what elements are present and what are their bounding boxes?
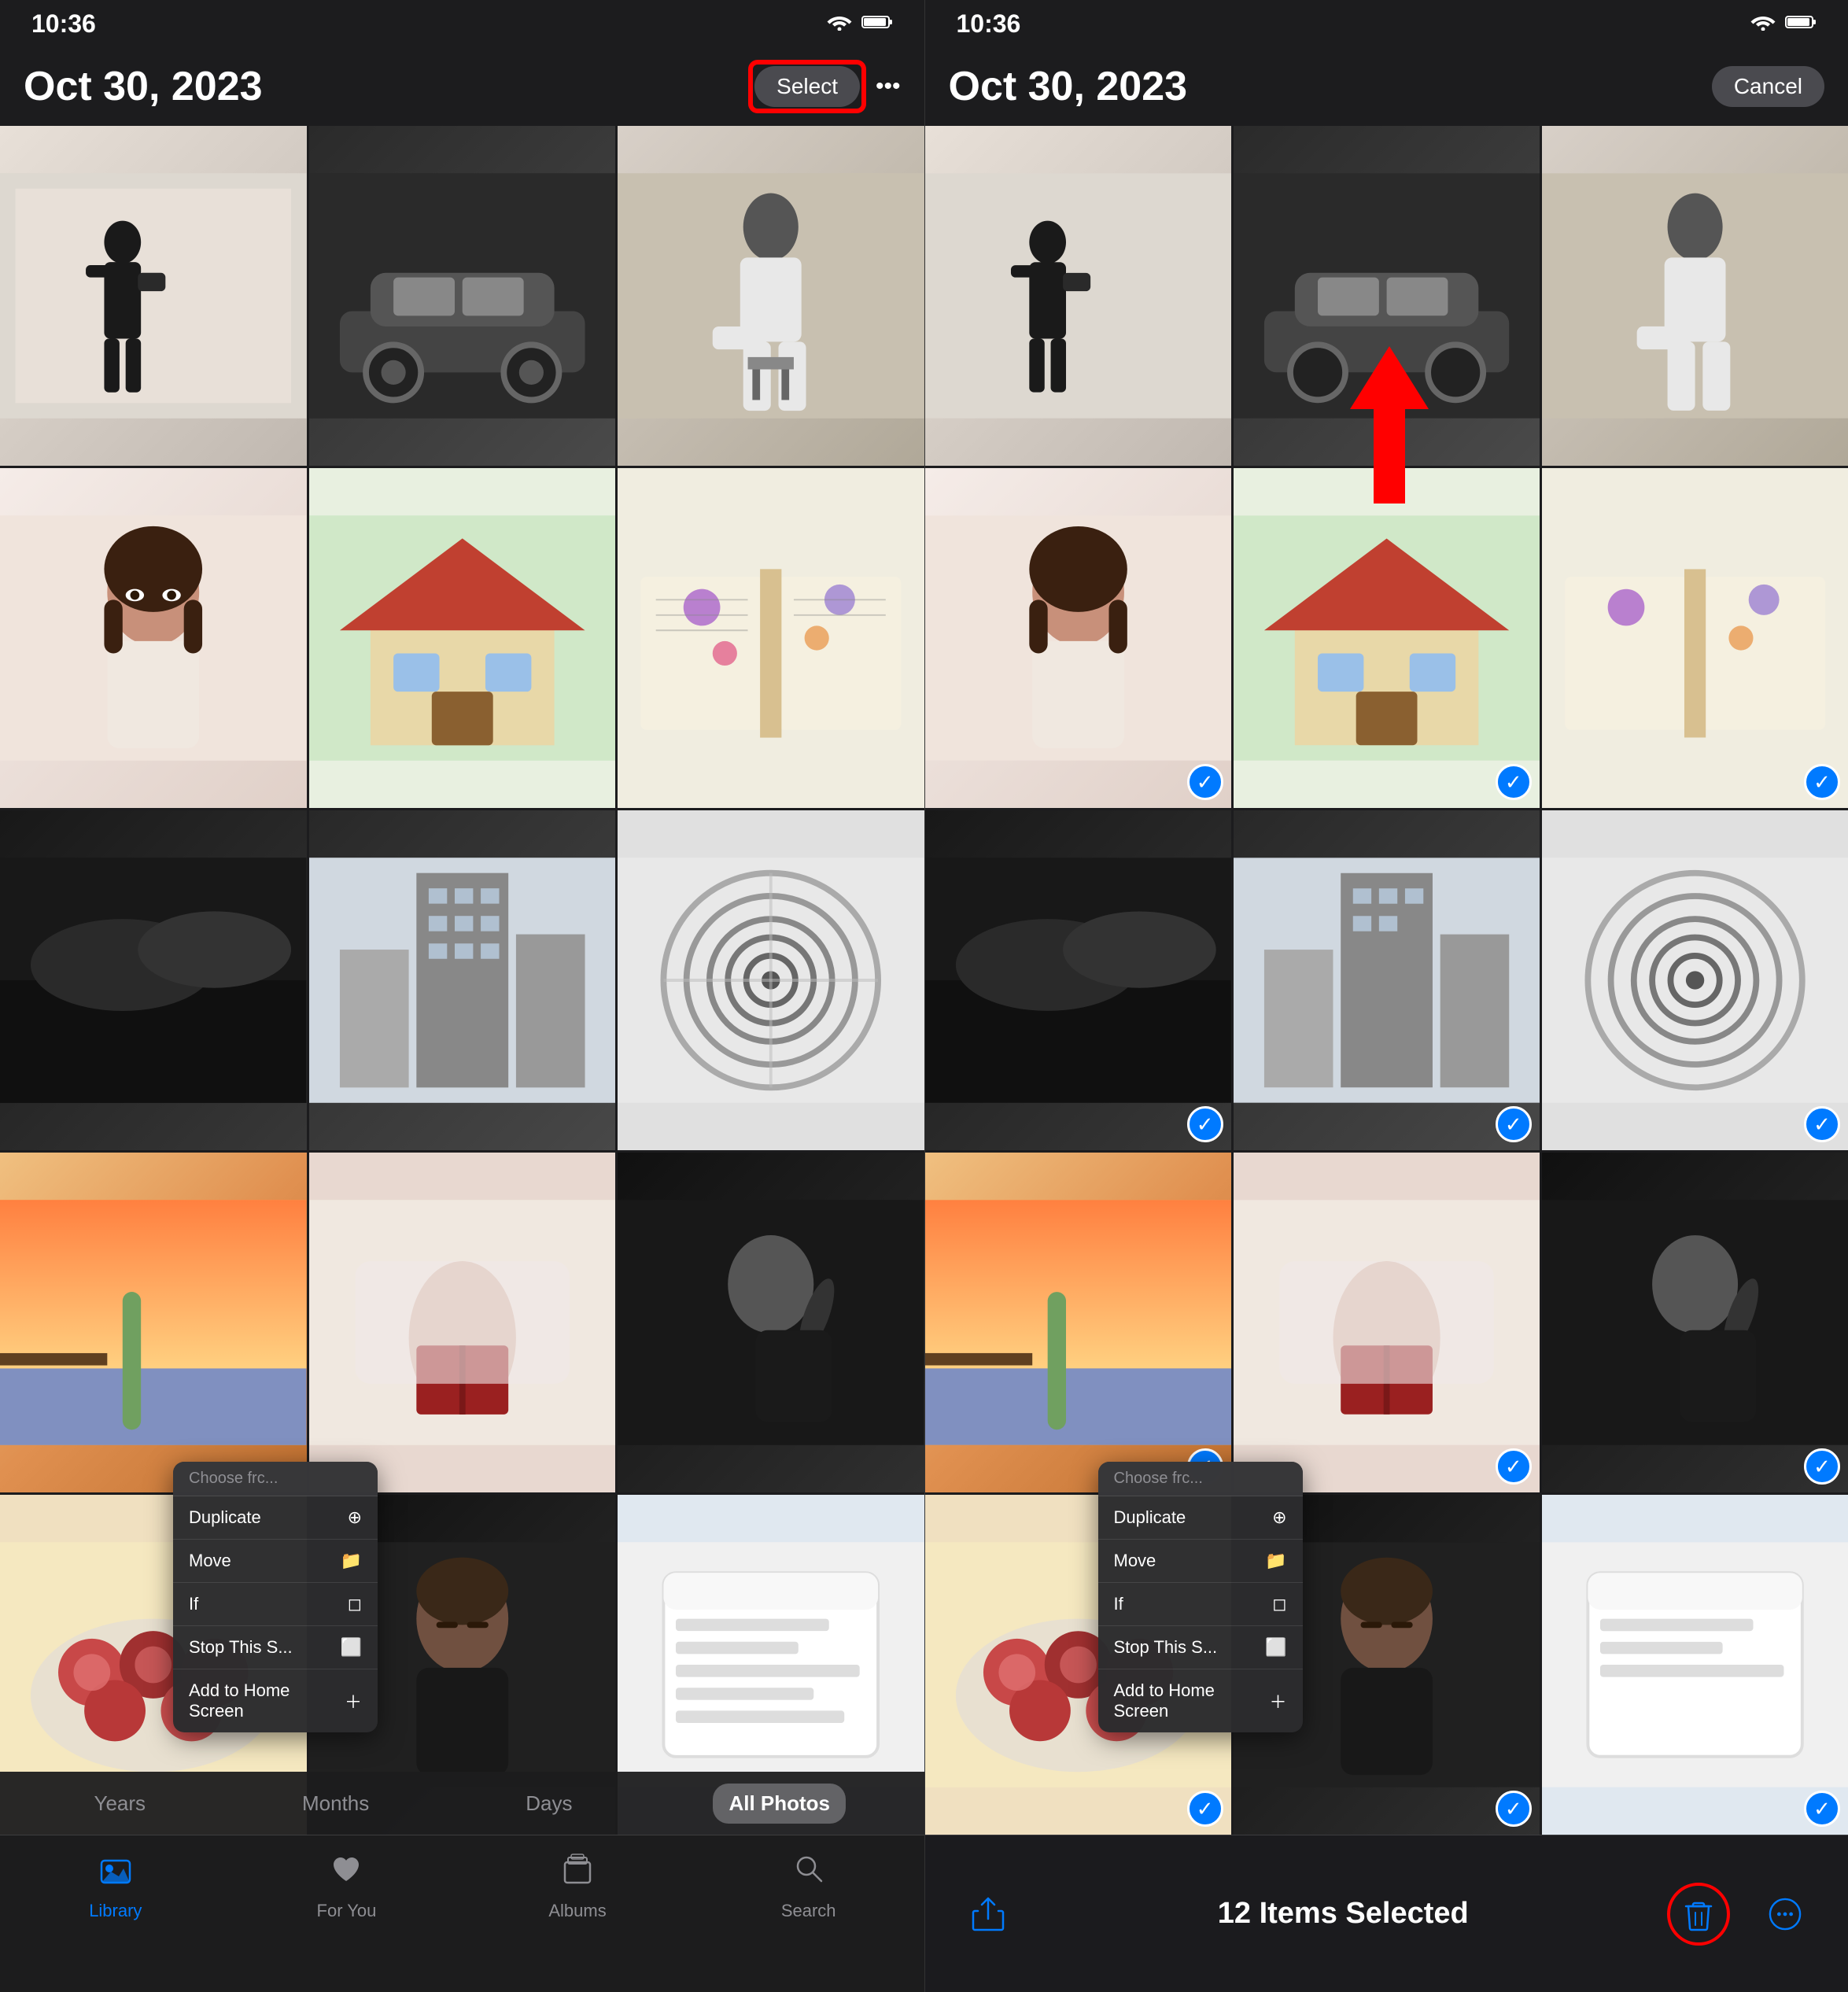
right-photo-cell-5[interactable]: ✓ <box>1234 468 1540 808</box>
tab-years[interactable]: Years <box>78 1784 161 1824</box>
battery-icon-left <box>861 13 893 35</box>
header-date-left: Oct 30, 2023 <box>24 63 263 110</box>
heart-icon <box>329 1851 363 1894</box>
albums-icon <box>560 1851 595 1894</box>
context-item-duplicate[interactable]: Duplicate ⊕ <box>173 1496 378 1540</box>
check-badge-4: ✓ <box>1187 764 1223 800</box>
photo-cell-7[interactable] <box>0 810 307 1150</box>
action-bar: 12 Items Selected <box>925 1835 1848 1992</box>
check-badge-9: ✓ <box>1804 1106 1840 1142</box>
photo-cell-12[interactable] <box>618 1153 924 1492</box>
context-menu-left: Choose frc... Duplicate ⊕ Move 📁 If ◻ St… <box>173 1462 378 1732</box>
right-photo-cell-2[interactable] <box>1234 126 1540 466</box>
photo-cell-6[interactable] <box>618 468 924 808</box>
wifi-icon-right <box>1750 13 1776 35</box>
right-photo-cell-9[interactable]: ✓ <box>1542 810 1848 1150</box>
for-you-label: For You <box>317 1901 377 1921</box>
search-icon <box>791 1851 826 1894</box>
status-icons-left <box>827 13 893 35</box>
photo-cell-8[interactable] <box>309 810 616 1150</box>
battery-icon-right <box>1785 13 1817 35</box>
status-icons-right <box>1750 13 1817 35</box>
context-header-left: Choose frc... <box>173 1462 378 1496</box>
albums-label: Albums <box>548 1901 606 1921</box>
right-context-item-home[interactable]: Add to Home Screen ＋ <box>1098 1669 1303 1732</box>
right-photo-cell-6[interactable]: ✓ <box>1542 468 1848 808</box>
right-photo-cell-1[interactable] <box>925 126 1231 466</box>
select-button[interactable]: Select <box>754 66 860 107</box>
action-icons <box>1667 1883 1817 1946</box>
check-badge-15: ✓ <box>1804 1791 1840 1827</box>
tab-months[interactable]: Months <box>286 1784 385 1824</box>
delete-button[interactable] <box>1667 1883 1730 1946</box>
cancel-button[interactable]: Cancel <box>1712 66 1824 107</box>
header-left: Oct 30, 2023 Select ••• <box>0 47 924 126</box>
right-photo-cell-4[interactable]: ✓ <box>925 468 1231 808</box>
library-label: Library <box>89 1901 142 1921</box>
right-context-item-stop[interactable]: Stop This S... ⬜ <box>1098 1626 1303 1669</box>
timeline-tabs-left: Years Months Days All Photos <box>0 1772 924 1835</box>
right-photo-cell-3[interactable] <box>1542 126 1848 466</box>
time-right: 10:36 <box>957 9 1021 39</box>
photo-cell-5[interactable] <box>309 468 616 808</box>
photo-cell-3[interactable] <box>618 126 924 466</box>
bottom-tabs-left: Library For You Albums <box>0 1835 924 1992</box>
status-bar-left: 10:36 <box>0 0 924 47</box>
photo-grid-left <box>0 126 924 1835</box>
photo-cell-4[interactable] <box>0 468 307 808</box>
tab-days[interactable]: Days <box>510 1784 588 1824</box>
context-item-if[interactable]: If ◻ <box>173 1583 378 1626</box>
photo-cell-1[interactable] <box>0 126 307 466</box>
context-header-right: Choose frc... <box>1098 1462 1303 1496</box>
tab-for-you[interactable]: For You <box>231 1851 463 1921</box>
right-photo-cell-11[interactable]: ✓ <box>1234 1153 1540 1492</box>
check-badge-13: ✓ <box>1187 1791 1223 1827</box>
share-button[interactable] <box>957 1883 1020 1946</box>
tab-albums[interactable]: Albums <box>462 1851 693 1921</box>
header-actions-left: Select ••• <box>754 66 900 107</box>
tab-library[interactable]: Library <box>0 1851 231 1921</box>
check-badge-7: ✓ <box>1187 1106 1223 1142</box>
check-badge-14: ✓ <box>1496 1791 1532 1827</box>
right-photo-cell-10[interactable]: ✓ <box>925 1153 1231 1492</box>
more-button[interactable]: ••• <box>876 73 901 100</box>
header-right: Oct 30, 2023 Cancel <box>925 47 1848 126</box>
right-photo-cell-8[interactable]: ✓ <box>1234 810 1540 1150</box>
status-bar-right: 10:36 <box>925 0 1848 47</box>
right-photo-cell-12[interactable]: ✓ <box>1542 1153 1848 1492</box>
photo-grid-right: ✓ ✓ ✓ <box>925 126 1848 1835</box>
photo-cell-2[interactable] <box>309 126 616 466</box>
left-panel: 10:36 Oct 30, 2023 <box>0 0 924 1992</box>
header-date-right: Oct 30, 2023 <box>949 63 1188 110</box>
right-panel: 10:36 Oct 30, 2023 Cancel <box>924 0 1848 1992</box>
context-item-move[interactable]: Move 📁 <box>173 1540 378 1583</box>
check-badge-5: ✓ <box>1496 764 1532 800</box>
check-badge-11: ✓ <box>1496 1448 1532 1485</box>
context-menu-right: Choose frc... Duplicate ⊕ Move 📁 If ◻ St… <box>1098 1462 1303 1732</box>
items-selected-label: 12 Items Selected <box>1218 1897 1469 1931</box>
context-item-stop[interactable]: Stop This S... ⬜ <box>173 1626 378 1669</box>
right-context-item-duplicate[interactable]: Duplicate ⊕ <box>1098 1496 1303 1540</box>
right-photo-cell-7[interactable]: ✓ <box>925 810 1231 1150</box>
check-badge-12: ✓ <box>1804 1448 1840 1485</box>
photo-cell-11[interactable] <box>309 1153 616 1492</box>
wifi-icon-left <box>827 13 852 35</box>
library-icon <box>98 1851 133 1894</box>
tab-search[interactable]: Search <box>693 1851 924 1921</box>
check-badge-8: ✓ <box>1496 1106 1532 1142</box>
right-photo-cell-15[interactable]: ✓ <box>1542 1495 1848 1835</box>
context-item-home-screen[interactable]: Add to Home Screen ＋ <box>173 1669 378 1732</box>
photo-cell-10[interactable] <box>0 1153 307 1492</box>
more-actions-button[interactable] <box>1754 1883 1817 1946</box>
right-context-item-move[interactable]: Move 📁 <box>1098 1540 1303 1583</box>
time-left: 10:36 <box>31 9 96 39</box>
photo-cell-9[interactable] <box>618 810 924 1150</box>
search-label: Search <box>781 1901 836 1921</box>
check-badge-6: ✓ <box>1804 764 1840 800</box>
right-context-item-if[interactable]: If ◻ <box>1098 1583 1303 1626</box>
tab-all-photos[interactable]: All Photos <box>713 1784 846 1824</box>
